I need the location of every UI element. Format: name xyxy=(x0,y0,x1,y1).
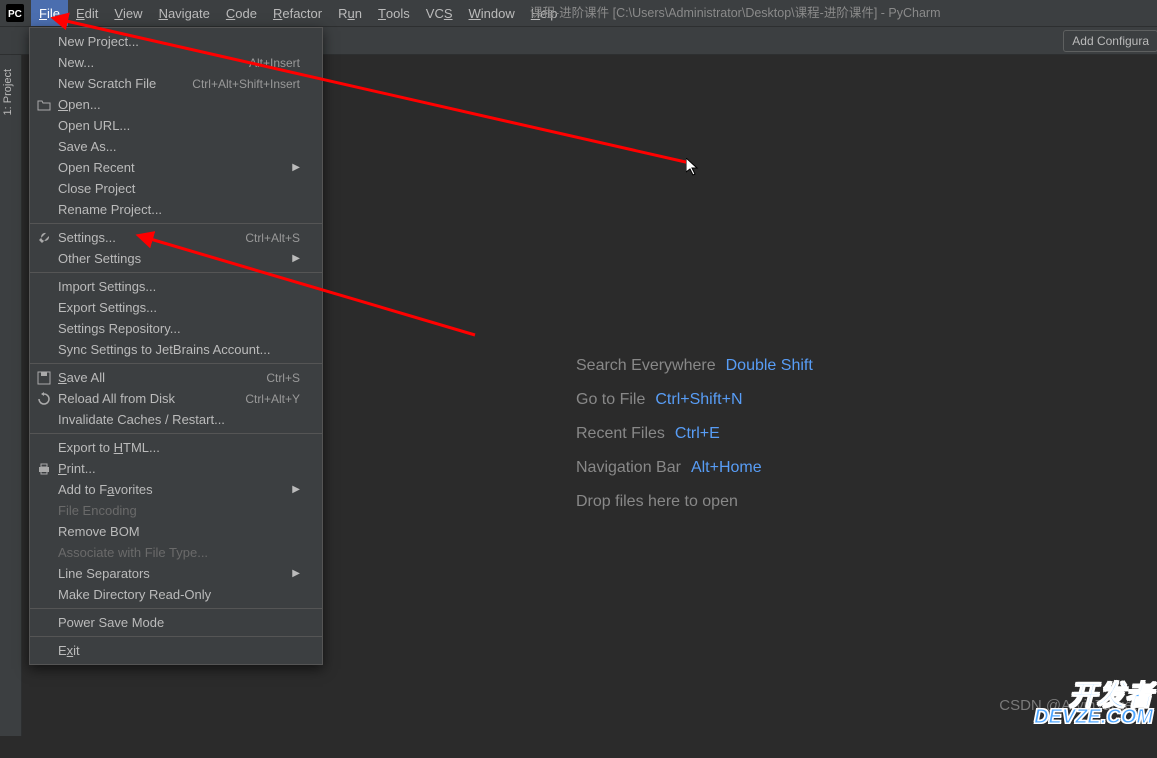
menu-item-label: Open... xyxy=(58,97,101,112)
svg-text:PC: PC xyxy=(8,9,22,20)
reload-icon xyxy=(36,391,52,407)
menu-item-associate: Associate with File Type... xyxy=(30,542,322,563)
menu-file[interactable]: File xyxy=(31,0,68,26)
devze-watermark: 开发者 DEVZE.COM xyxy=(1034,683,1153,726)
project-tool-tab[interactable]: 1: Project xyxy=(0,61,16,123)
menu-separator xyxy=(30,223,322,224)
menu-item-label: Remove BOM xyxy=(58,524,140,539)
menu-item-file-encoding: File Encoding xyxy=(30,500,322,521)
menu-item-remove-bom[interactable]: Remove BOM xyxy=(30,521,322,542)
menu-edit[interactable]: Edit xyxy=(68,0,106,26)
menu-tools[interactable]: Tools xyxy=(370,0,418,26)
menu-item-label: Open URL... xyxy=(58,118,130,133)
menu-item-line-separators[interactable]: Line Separators▶ xyxy=(30,563,322,584)
welcome-hint: Search Everywhere Double Shift xyxy=(576,357,813,375)
menu-code[interactable]: Code xyxy=(218,0,265,26)
menu-item-label: New Scratch File xyxy=(58,76,156,91)
menu-item-label: New Project... xyxy=(58,34,139,49)
menu-item-settings[interactable]: Settings...Ctrl+Alt+S xyxy=(30,227,322,248)
menu-item-power-save[interactable]: Power Save Mode xyxy=(30,612,322,633)
menu-item-label: Associate with File Type... xyxy=(58,545,208,560)
menu-item-export-settings[interactable]: Export Settings... xyxy=(30,297,322,318)
pycharm-icon: PC xyxy=(4,2,26,24)
menu-item-label: Save As... xyxy=(58,139,117,154)
menu-item-print[interactable]: Print... xyxy=(30,458,322,479)
menu-item-label: Add to Favorites xyxy=(58,482,153,497)
menu-item-label: Print... xyxy=(58,461,96,476)
menu-item-close-project[interactable]: Close Project xyxy=(30,178,322,199)
menu-item-invalidate[interactable]: Invalidate Caches / Restart... xyxy=(30,409,322,430)
menu-separator xyxy=(30,363,322,364)
menu-item-label: Line Separators xyxy=(58,566,150,581)
add-configuration-button[interactable]: Add Configura xyxy=(1063,30,1157,52)
menu-item-new-scratch[interactable]: New Scratch FileCtrl+Alt+Shift+Insert xyxy=(30,73,322,94)
window-title: 课程-进阶课件 [C:\Users\Administrator\Desktop\… xyxy=(530,0,941,27)
menu-vcs[interactable]: VCS xyxy=(418,0,461,26)
menu-window[interactable]: Window xyxy=(461,0,523,26)
print-icon xyxy=(36,461,52,477)
welcome-hints: Search Everywhere Double Shift Go to File… xyxy=(576,357,813,511)
menubar: FileEditViewNavigateCodeRefactorRunTools… xyxy=(31,0,566,26)
menu-refactor[interactable]: Refactor xyxy=(265,0,330,26)
menu-item-label: Sync Settings to JetBrains Account... xyxy=(58,342,270,357)
wrench-icon xyxy=(36,230,52,246)
menu-separator xyxy=(30,433,322,434)
menu-item-new-project[interactable]: New Project... xyxy=(30,31,322,52)
menu-item-other-settings[interactable]: Other Settings▶ xyxy=(30,248,322,269)
menu-item-add-favorites[interactable]: Add to Favorites▶ xyxy=(30,479,322,500)
menu-separator xyxy=(30,608,322,609)
menu-navigate[interactable]: Navigate xyxy=(151,0,218,26)
menu-item-save-as[interactable]: Save As... xyxy=(30,136,322,157)
menu-item-make-readonly[interactable]: Make Directory Read-Only xyxy=(30,584,322,605)
menu-item-label: Settings... xyxy=(58,230,116,245)
menu-item-label: New... xyxy=(58,55,94,70)
menu-run[interactable]: Run xyxy=(330,0,370,26)
menu-item-label: Reload All from Disk xyxy=(58,391,175,406)
menu-item-label: Other Settings xyxy=(58,251,141,266)
file-menu-dropdown: New Project...New...Alt+InsertNew Scratc… xyxy=(29,27,323,665)
folder-open-icon xyxy=(36,97,52,113)
save-icon xyxy=(36,370,52,386)
menu-item-label: Import Settings... xyxy=(58,279,156,294)
menu-item-open[interactable]: Open... xyxy=(30,94,322,115)
menu-item-label: Rename Project... xyxy=(58,202,162,217)
menu-item-label: File Encoding xyxy=(58,503,137,518)
menu-item-rename-project[interactable]: Rename Project... xyxy=(30,199,322,220)
menu-separator xyxy=(30,272,322,273)
welcome-hint: Go to File Ctrl+Shift+N xyxy=(576,391,813,409)
menu-item-save-all[interactable]: Save AllCtrl+S xyxy=(30,367,322,388)
menu-item-open-recent[interactable]: Open Recent▶ xyxy=(30,157,322,178)
menu-separator xyxy=(30,636,322,637)
menu-item-label: Exit xyxy=(58,643,80,658)
menu-view[interactable]: View xyxy=(106,0,150,26)
title-bar: PC FileEditViewNavigateCodeRefactorRunTo… xyxy=(0,0,1157,27)
menu-item-import-settings[interactable]: Import Settings... xyxy=(30,276,322,297)
welcome-hint: Recent Files Ctrl+E xyxy=(576,425,813,443)
menu-item-sync-settings[interactable]: Sync Settings to JetBrains Account... xyxy=(30,339,322,360)
left-tool-gutter: 1: Project xyxy=(0,55,22,736)
menu-item-export-html[interactable]: Export to HTML... xyxy=(30,437,322,458)
welcome-drop-hint: Drop files here to open xyxy=(576,493,813,511)
menu-item-settings-repo[interactable]: Settings Repository... xyxy=(30,318,322,339)
menu-item-label: Close Project xyxy=(58,181,135,196)
welcome-hint: Navigation Bar Alt+Home xyxy=(576,459,813,477)
menu-item-label: Invalidate Caches / Restart... xyxy=(58,412,225,427)
menu-item-open-url[interactable]: Open URL... xyxy=(30,115,322,136)
menu-item-new[interactable]: New...Alt+Insert xyxy=(30,52,322,73)
menu-item-label: Settings Repository... xyxy=(58,321,181,336)
menu-item-exit[interactable]: Exit xyxy=(30,640,322,661)
menu-item-reload[interactable]: Reload All from DiskCtrl+Alt+Y xyxy=(30,388,322,409)
menu-item-label: Make Directory Read-Only xyxy=(58,587,211,602)
menu-item-label: Save All xyxy=(58,370,105,385)
menu-item-label: Export Settings... xyxy=(58,300,157,315)
menu-item-label: Open Recent xyxy=(58,160,135,175)
menu-item-label: Export to HTML... xyxy=(58,440,160,455)
menu-item-label: Power Save Mode xyxy=(58,615,164,630)
